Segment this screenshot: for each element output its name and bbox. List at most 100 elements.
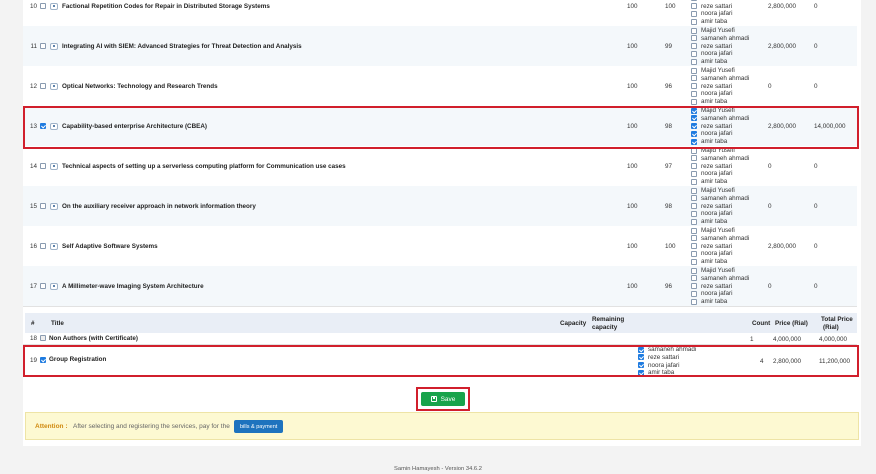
author-name: samaneh ahmadi [701,114,750,122]
author-checkbox[interactable] [691,235,697,242]
author-checkbox[interactable] [691,147,697,154]
author-checkbox[interactable] [691,58,697,65]
author-checkbox[interactable] [691,195,697,202]
author-checkbox[interactable] [691,170,697,177]
author-checkbox[interactable] [691,290,697,297]
member-name: samaneh ahmadi [648,346,697,353]
row-number: 16 [29,243,37,250]
capacity: 100 [627,3,638,10]
row-number: 15 [29,203,37,210]
service-checkbox[interactable] [40,163,46,169]
author-checkbox[interactable] [691,43,697,50]
remaining-capacity: 97 [665,163,673,170]
member-checkbox[interactable] [638,362,644,369]
author-name: noora jafari [701,10,733,18]
view-eye-icon[interactable] [50,242,58,250]
author-checkbox[interactable] [691,163,697,170]
author-checkbox[interactable] [691,0,697,2]
author-name: Majid Yusefi [701,107,735,114]
author-name: reze sattari [701,162,733,170]
service-title: Integrating AI with SIEM: Advanced Strat… [62,43,302,50]
author-checkbox[interactable] [691,298,697,305]
table-row-non-authors: 18 Non Authors (with Certificate) 1 4,00… [23,333,857,345]
table-row: 13 Capability-based enterprise Architectu… [23,106,857,147]
view-eye-icon[interactable] [50,202,58,210]
author-checkbox[interactable] [691,115,697,122]
table-row-group: 19 Group Registration samaneh ahmadi reze… [23,345,857,376]
author-checkbox[interactable] [691,250,697,257]
author-checkbox[interactable] [691,267,697,274]
author-checkbox[interactable] [691,130,697,137]
author-checkbox[interactable] [691,218,697,225]
member-checkbox[interactable] [638,346,644,353]
author-checkbox[interactable] [691,107,697,114]
author-checkbox[interactable] [691,50,697,57]
author-checkbox[interactable] [691,243,697,250]
author-checkbox[interactable] [691,203,697,210]
view-eye-icon[interactable] [50,42,58,50]
author-checkbox[interactable] [691,27,697,34]
author-checkbox[interactable] [691,67,697,74]
group-checkbox[interactable] [40,357,46,363]
author-checkbox[interactable] [691,138,697,145]
view-eye-icon[interactable] [50,282,58,290]
author-checkbox[interactable] [691,10,697,17]
service-checkbox[interactable] [40,123,46,129]
author-checkbox[interactable] [691,187,697,194]
author-name: amir taba [701,298,728,306]
header-total: Total Price [821,316,853,323]
view-eye-icon[interactable] [50,122,58,130]
member-checkbox[interactable] [638,354,644,361]
row-total: 11,200,000 [819,358,851,365]
service-checkbox[interactable] [40,3,46,9]
row-count: 4 [760,358,764,365]
author-checkbox[interactable] [691,3,697,10]
service-checkbox[interactable] [40,203,46,209]
capacity: 100 [627,123,638,130]
table-row: 16 Self Adaptive Software Systems 100 100 Ma… [23,226,857,267]
author-name: reze sattari [701,82,733,90]
author-name: Majid Yusefi [701,227,735,234]
attention-label: Attention : [35,423,68,430]
author-checkbox[interactable] [691,275,697,282]
service-checkbox[interactable] [40,83,46,89]
author-name: reze sattari [701,202,733,210]
author-checkbox[interactable] [691,227,697,234]
bills-payment-button[interactable]: bills & payment [234,420,284,433]
service-checkbox[interactable] [40,43,46,49]
author-name: amir taba [701,18,728,26]
author-name: Majid Yusefi [701,67,735,74]
service-title: Optical Networks: Technology and Researc… [62,83,218,90]
author-checkbox[interactable] [691,258,697,265]
non-authors-checkbox[interactable] [40,335,46,341]
view-eye-icon[interactable] [50,162,58,170]
table-row: 10 Factional Repetition Codes for Repair … [23,0,857,27]
author-checkbox[interactable] [691,75,697,82]
author-checkbox[interactable] [691,83,697,90]
total-price: 0 [814,203,818,210]
author-checkbox[interactable] [691,283,697,290]
author-name: Majid Yusefi [701,267,735,274]
service-checkbox[interactable] [40,243,46,249]
author-checkbox[interactable] [691,90,697,97]
author-checkbox[interactable] [691,155,697,162]
author-checkbox[interactable] [691,123,697,130]
remaining-capacity: 100 [665,3,676,10]
row-number: 17 [29,283,37,290]
author-checkbox[interactable] [691,98,697,105]
capacity: 100 [627,283,638,290]
save-button[interactable]: Save [421,392,465,406]
member-checkbox[interactable] [638,369,644,376]
author-checkbox[interactable] [691,210,697,217]
author-checkbox[interactable] [691,35,697,42]
view-eye-icon[interactable] [50,82,58,90]
author-checkbox[interactable] [691,178,697,185]
author-name: noora jafari [701,210,733,218]
author-name: samaneh ahmadi [701,34,750,42]
service-checkbox[interactable] [40,283,46,289]
capacity: 100 [627,243,638,250]
author-checkbox[interactable] [691,18,697,25]
author-name: noora jafari [701,50,733,58]
view-eye-icon[interactable] [50,2,58,10]
row-number: 13 [29,123,37,130]
